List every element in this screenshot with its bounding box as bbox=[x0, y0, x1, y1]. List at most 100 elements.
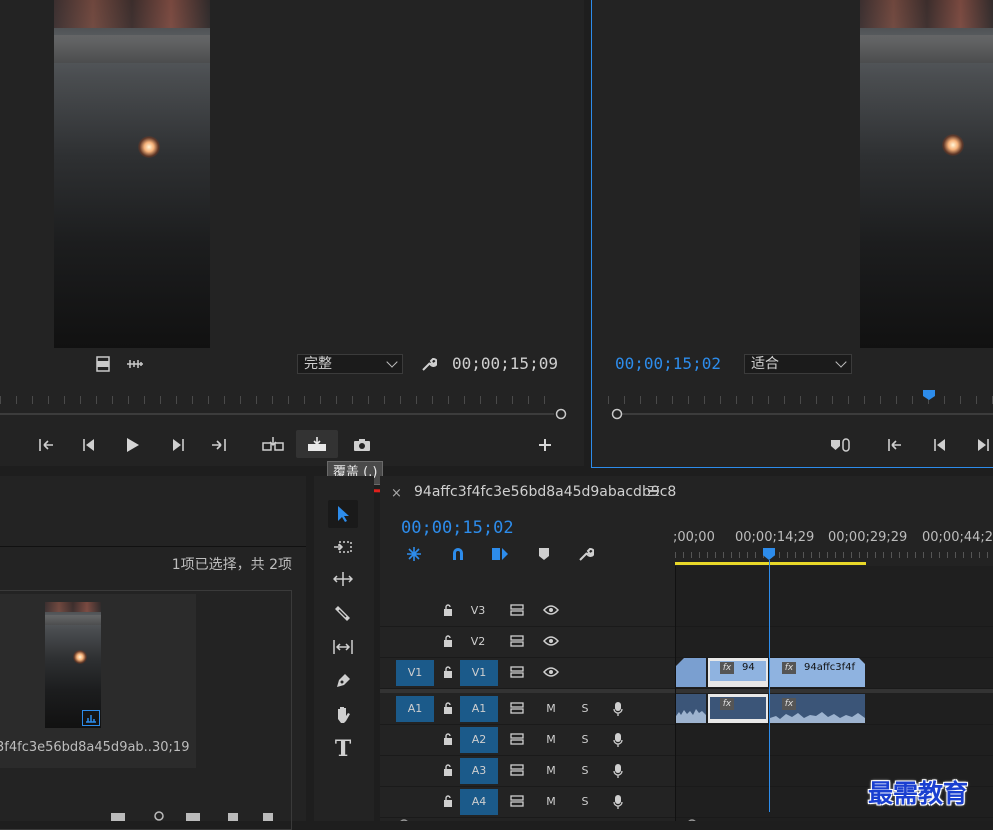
selection-tool-icon[interactable] bbox=[328, 500, 358, 528]
lock-icon[interactable] bbox=[440, 664, 456, 680]
add-marker-link-icon[interactable] bbox=[826, 434, 856, 456]
lock-icon[interactable] bbox=[440, 762, 456, 778]
mute-button[interactable]: M bbox=[540, 702, 562, 715]
lock-icon[interactable] bbox=[440, 700, 456, 716]
project-item-duration: 30;19 bbox=[152, 740, 190, 755]
insert-icon[interactable] bbox=[260, 432, 286, 456]
program-step-back-icon[interactable] bbox=[929, 434, 951, 456]
source-patch-v1[interactable]: V1 bbox=[396, 660, 434, 686]
list-view-icon[interactable] bbox=[108, 810, 128, 821]
project-item[interactable]: 3f4fc3e56bd8a45d9ab... 30;19 bbox=[0, 594, 196, 768]
fit-dropdown[interactable]: 适合 bbox=[744, 354, 852, 374]
timeline-settings-wrench-icon[interactable] bbox=[576, 544, 596, 564]
source-video-frame[interactable] bbox=[54, 0, 210, 348]
eye-icon[interactable] bbox=[540, 602, 562, 618]
solo-button[interactable]: S bbox=[574, 702, 596, 715]
add-button-icon[interactable] bbox=[534, 434, 556, 456]
audio-clip-a[interactable]: fx bbox=[708, 694, 768, 723]
sequence-tab-title[interactable]: 94affc3f4fc3e56bd8a45d9abacdb9c8 bbox=[414, 484, 676, 500]
hand-tool-icon[interactable] bbox=[330, 702, 356, 728]
mute-button[interactable]: M bbox=[540, 795, 562, 808]
search-icon[interactable] bbox=[150, 810, 170, 821]
track-label-a3[interactable]: A3 bbox=[460, 758, 498, 784]
nest-icon[interactable] bbox=[404, 544, 424, 564]
lock-icon[interactable] bbox=[440, 731, 456, 747]
source-timecode[interactable]: 00;00;15;09 bbox=[452, 354, 558, 373]
close-icon[interactable]: × bbox=[391, 486, 402, 501]
sync-lock-icon[interactable] bbox=[508, 700, 526, 716]
solo-button[interactable]: S bbox=[574, 764, 596, 777]
video-clip-a[interactable]: fx 94 bbox=[708, 658, 768, 687]
track-row-v3: V3 bbox=[380, 596, 993, 627]
film-icon[interactable] bbox=[94, 355, 112, 373]
camera-icon[interactable] bbox=[350, 434, 374, 456]
time-ruler[interactable]: ;00;00 00;00;14;29 00;00;29;29 00;00;44;… bbox=[673, 528, 993, 566]
program-timecode[interactable]: 00;00;15;02 bbox=[615, 354, 721, 373]
type-tool-icon[interactable]: T bbox=[330, 736, 356, 762]
microphone-icon[interactable] bbox=[608, 699, 628, 719]
sync-lock-icon[interactable] bbox=[508, 731, 526, 747]
snap-magnet-icon[interactable] bbox=[448, 544, 468, 564]
track-select-tool-icon[interactable] bbox=[330, 534, 356, 560]
audio-clip-head[interactable] bbox=[676, 694, 706, 723]
mark-in-icon[interactable] bbox=[35, 434, 57, 456]
linked-selection-icon[interactable] bbox=[490, 544, 510, 564]
ripple-edit-tool-icon[interactable] bbox=[330, 566, 356, 592]
overwrite-icon[interactable] bbox=[296, 430, 338, 458]
microphone-icon[interactable] bbox=[608, 730, 628, 750]
mute-button[interactable]: M bbox=[540, 764, 562, 777]
mark-out-icon[interactable] bbox=[208, 434, 230, 456]
step-forward-icon[interactable] bbox=[167, 434, 189, 456]
hamburger-menu-icon[interactable] bbox=[648, 486, 659, 496]
work-area-bar[interactable] bbox=[675, 562, 866, 565]
audio-clip-b[interactable]: fx bbox=[770, 694, 865, 723]
go-to-in-icon[interactable] bbox=[884, 434, 906, 456]
microphone-icon[interactable] bbox=[608, 761, 628, 781]
trash-icon[interactable] bbox=[258, 810, 278, 821]
track-label-a2[interactable]: A2 bbox=[460, 727, 498, 753]
solo-button[interactable]: S bbox=[574, 733, 596, 746]
add-marker-icon[interactable] bbox=[534, 544, 554, 564]
sequence-icon bbox=[82, 710, 100, 726]
program-video-frame[interactable] bbox=[860, 0, 993, 348]
sync-lock-icon[interactable] bbox=[508, 793, 526, 809]
timeline-timecode[interactable]: 00;00;15;02 bbox=[401, 518, 514, 538]
program-playhead-start-icon[interactable] bbox=[610, 407, 623, 420]
sync-lock-icon[interactable] bbox=[508, 762, 526, 778]
wrench-icon[interactable] bbox=[418, 353, 440, 375]
solo-button[interactable]: S bbox=[574, 795, 596, 808]
slip-tool-icon[interactable] bbox=[330, 634, 356, 660]
new-item-icon[interactable] bbox=[222, 810, 242, 821]
track-label-a4[interactable]: A4 bbox=[460, 789, 498, 815]
lock-icon[interactable] bbox=[440, 602, 456, 618]
timeline-scrollbar[interactable] bbox=[398, 814, 698, 821]
source-patch-a1[interactable]: A1 bbox=[396, 696, 434, 722]
timeline-playhead-handle[interactable] bbox=[763, 548, 775, 560]
lock-icon[interactable] bbox=[440, 793, 456, 809]
eye-icon[interactable] bbox=[540, 664, 562, 680]
track-label-v1[interactable]: V1 bbox=[460, 660, 498, 686]
audio-waveform-icon[interactable] bbox=[122, 355, 148, 373]
program-scrub-bar[interactable] bbox=[622, 413, 993, 415]
mute-button[interactable]: M bbox=[540, 733, 562, 746]
microphone-icon[interactable] bbox=[608, 792, 628, 812]
video-clip-head[interactable] bbox=[676, 658, 706, 687]
razor-tool-icon[interactable] bbox=[330, 600, 356, 626]
source-scrub-bar[interactable] bbox=[0, 413, 554, 415]
quality-dropdown[interactable]: 完整 bbox=[297, 354, 403, 374]
program-play-icon[interactable] bbox=[972, 434, 993, 456]
ruler-label-1: 00;00;14;29 bbox=[735, 530, 815, 545]
lock-icon[interactable] bbox=[440, 633, 456, 649]
eye-icon[interactable] bbox=[540, 633, 562, 649]
sync-lock-icon[interactable] bbox=[508, 664, 526, 680]
source-playhead-end-icon[interactable] bbox=[554, 407, 567, 420]
sync-lock-icon[interactable] bbox=[508, 633, 526, 649]
pen-tool-icon[interactable] bbox=[330, 668, 356, 694]
video-clip-b[interactable]: fx 94affc3f4f bbox=[770, 658, 865, 687]
new-bin-icon[interactable] bbox=[182, 810, 204, 821]
track-label-a1[interactable]: A1 bbox=[460, 696, 498, 722]
step-back-icon[interactable] bbox=[78, 434, 100, 456]
play-icon[interactable] bbox=[122, 434, 144, 456]
timeline-playhead-line[interactable] bbox=[769, 560, 770, 812]
sync-lock-icon[interactable] bbox=[508, 602, 526, 618]
